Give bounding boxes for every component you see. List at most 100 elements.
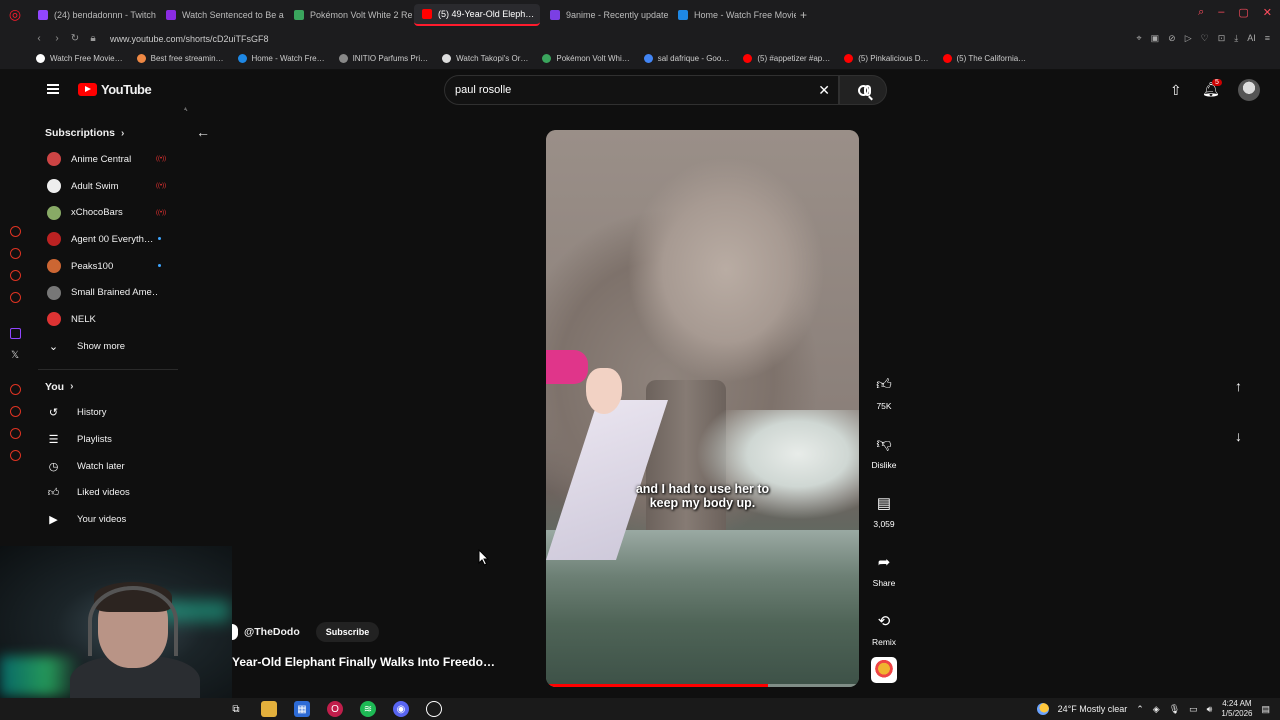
discord-icon[interactable]: ◉ [393,701,409,717]
previous-short-arrow-icon[interactable]: ↑ [1235,378,1242,394]
weather-icon[interactable] [1036,703,1049,715]
subscription-item[interactable]: Anime Central ((•)) [30,146,186,173]
bookmark-item[interactable]: (5) #appetizer #ap… [743,54,830,63]
bookmark-label: (5) The California… [956,54,1027,63]
close-window-button[interactable]: ✕ [1263,6,1272,19]
bookmark-item[interactable]: (5) The California… [942,54,1027,63]
reload-icon[interactable]: ↻ [66,33,84,44]
file-explorer-icon[interactable] [261,701,277,717]
guide-item-watch-later[interactable]: ◷ Watch later [30,453,186,480]
browser-tab[interactable]: (5) 49-Year-Old Eleph… [414,3,540,26]
browser-tab[interactable]: 9anime - Recently update… [542,4,668,26]
adblock-icon[interactable]: ⊘ [1168,33,1176,44]
guide-item-your-videos[interactable]: ▶︎ Your videos [30,506,186,533]
subscription-item[interactable]: xChocoBars ((•)) [30,199,186,226]
bookmark-item[interactable]: Watch Free Movie… [36,54,123,63]
bookmark-item[interactable]: (5) Pinkalicious D… [844,54,929,63]
dislike-button[interactable]: 👎︎ Dislike [869,429,899,488]
close-guide-arrow-icon[interactable]: ← [196,124,210,140]
account-avatar[interactable] [1238,79,1260,101]
url-field[interactable]: www.youtube.com/shorts/cD2uiTFsGF8 [110,34,269,44]
share-button[interactable]: ➦ Share [869,547,899,606]
guide-item-playlists[interactable]: ☰ Playlists [30,426,186,453]
subscription-item[interactable]: Peaks100 [30,253,186,280]
comments-button[interactable]: ▤ 3,059 [869,488,899,547]
snapshot-icon[interactable]: ▣ [1151,33,1160,44]
sidebar-gx-control-icon[interactable] [9,270,21,281]
you-header[interactable]: You › [30,374,186,400]
network-icon[interactable]: ▭ [1189,704,1198,715]
bookmark-item[interactable]: Best free streamin… [136,54,224,63]
sidebar-messenger-icon[interactable] [9,292,21,303]
notification-center-icon[interactable]: ▤ [1261,704,1270,715]
ai-icon[interactable]: AI [1247,33,1256,44]
search-tabs-icon[interactable]: ⌕ [1198,6,1204,19]
channel-handle[interactable]: @TheDodo [244,626,300,638]
sidebar-settings-icon[interactable] [9,450,21,461]
clear-search-icon[interactable]: ✕ [818,82,830,99]
sidebar-pinboard-icon[interactable] [9,428,21,439]
sidebar-gx-corner-icon[interactable] [9,226,21,237]
next-short-arrow-icon[interactable]: ↓ [1235,428,1242,444]
sidebar-music-icon[interactable] [9,384,21,395]
new-tab-button[interactable]: + [800,8,807,22]
forward-icon[interactable]: › [48,33,66,44]
bookmark-item[interactable]: sal dafrique - Goo… [643,54,729,63]
subscribe-button[interactable]: Subscribe [315,622,380,642]
browser-tab[interactable]: Pokémon Volt White 2 Re… [286,4,412,26]
tab-label: Pokémon Volt White 2 Re… [310,9,412,20]
sidebar-history-icon[interactable] [9,406,21,417]
subscription-item[interactable]: Small Brained Ame… [30,279,186,306]
channel-avatar[interactable] [232,624,238,640]
search-input[interactable]: paul rosolle ✕ [444,75,839,105]
menu-icon[interactable]: ≡ [1265,33,1270,44]
opera-gx-taskbar-icon[interactable]: O [327,701,343,717]
bookmark-item[interactable]: Home - Watch Fre… [237,54,325,63]
subscriptions-header[interactable]: Subscriptions › [30,120,186,146]
voice-search-button[interactable] [852,75,882,105]
maximize-button[interactable]: ▢ [1238,6,1248,19]
mic-tray-icon[interactable]: 🎙︎ [1169,704,1180,715]
browser-tab[interactable]: (24) bendadonnn - Twitch [30,4,156,26]
like-button[interactable]: 👍︎ 75K [869,370,899,429]
subscription-item[interactable]: Agent 00 Everyth… [30,226,186,253]
shorts-video-player[interactable]: and I had to use her to keep my body up. [546,130,859,687]
subscription-item[interactable]: Adult Swim ((•)) [30,173,186,200]
minimize-button[interactable]: – [1218,6,1224,19]
tray-chevron-icon[interactable]: ⌃ [1136,704,1144,715]
bookmark-item[interactable]: Watch Takopi's Or… [442,54,528,63]
spotify-icon[interactable]: ≋ [360,701,376,717]
opera-gx-logo-icon[interactable]: ◎ [0,0,30,29]
bookmark-item[interactable]: INITIO Parfums Pri… [338,54,428,63]
browser-tab[interactable]: Home - Watch Free Movie… [670,4,796,26]
clock[interactable]: 4:24 AM 1/5/2026 [1221,699,1252,719]
weather-text[interactable]: 24°F Mostly clear [1058,704,1128,714]
show-more-button[interactable]: ⌄ Show more [30,333,186,360]
guide-item-history[interactable]: ↺ History [30,400,186,427]
browser-tab[interactable]: Watch Sentenced to Be a … [158,4,284,26]
youtube-logo[interactable]: YouTube [78,82,152,97]
back-icon[interactable]: ‹ [30,33,48,44]
task-view-icon[interactable]: ⧉ [228,701,244,717]
channel-avatar [47,285,61,300]
wallet-icon[interactable]: ⊡ [1218,33,1226,44]
player-icon[interactable]: ▷ [1185,33,1192,44]
sidebar-twitch-icon[interactable] [9,328,21,339]
subscription-item[interactable]: NELK [30,306,186,333]
heart-icon[interactable]: ♡ [1201,33,1209,44]
tray-app-icon[interactable]: ◈ [1153,704,1160,715]
sidebar-gx-mods-icon[interactable] [9,248,21,259]
store-icon[interactable]: ▦ [294,701,310,717]
obs-icon[interactable] [426,701,442,717]
download-icon[interactable]: ⤓ [1234,33,1238,44]
short-title[interactable]: Year-Old Elephant Finally Walks Into Fre… [232,655,495,669]
volume-icon[interactable]: 🔊︎ [1207,704,1213,715]
guide-menu-icon[interactable] [47,84,59,94]
guide-item-liked-videos[interactable]: 👍︎ Liked videos [30,480,186,507]
sidebar-x-icon[interactable]: 𝕏 [10,350,21,361]
pin-icon[interactable]: ⌖ [1137,33,1142,44]
bookmark-item[interactable]: Pokémon Volt Whi… [542,54,630,63]
upload-icon[interactable]: ⇧ [1170,82,1182,99]
video-progress-bar[interactable] [546,684,859,687]
sound-thumbnail[interactable] [871,657,897,683]
